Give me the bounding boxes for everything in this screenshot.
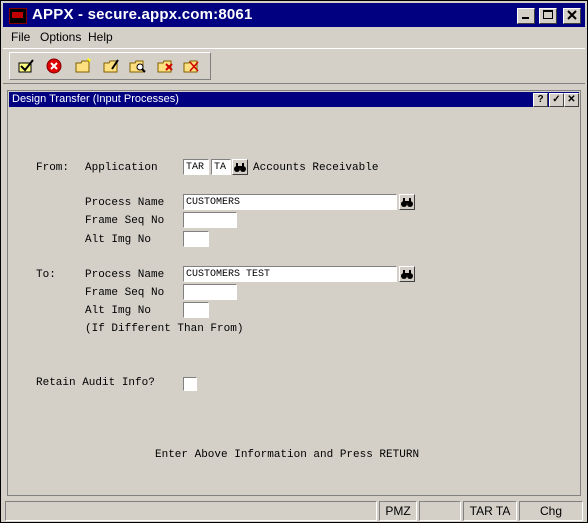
ok-button[interactable]: ✓ — [549, 93, 564, 107]
folder-search-icon — [129, 60, 146, 73]
status-mode: Chg — [519, 501, 583, 521]
child-close-button[interactable]: ✕ — [564, 93, 579, 107]
menu-options[interactable]: Options — [40, 30, 81, 44]
different-note: (If Different Than From) — [85, 323, 244, 335]
folder-edit-icon — [103, 59, 119, 73]
folder-cancel-icon — [183, 60, 199, 73]
minimize-icon — [522, 17, 529, 19]
child-title-bar: Design Transfer (Input Processes) ? ✓ ✕ — [9, 92, 579, 107]
close-icon — [567, 10, 577, 20]
binoculars-icon — [234, 163, 246, 172]
from-label: From: — [36, 162, 70, 174]
folder-new-icon — [75, 57, 91, 73]
search-folder-button[interactable] — [128, 57, 148, 75]
instruction-text: Enter Above Information and Press RETURN — [155, 449, 420, 461]
from-alt-img-field[interactable] — [183, 231, 209, 247]
cancel-button[interactable] — [44, 57, 64, 75]
title-bar: APPX - secure.appx.com:8061 — [3, 3, 585, 27]
new-folder-button[interactable] — [74, 57, 94, 75]
application-code-field[interactable]: TAR — [183, 159, 209, 175]
to-process-name-label: Process Name — [85, 269, 165, 281]
menu-help[interactable]: Help — [88, 30, 113, 44]
app-window: APPX - secure.appx.com:8061 File Options… — [0, 0, 588, 523]
retain-audit-checkbox[interactable] — [183, 377, 197, 391]
from-process-lookup-button[interactable] — [399, 194, 415, 210]
status-empty — [419, 501, 461, 521]
help-button[interactable]: ? — [533, 93, 548, 107]
to-frame-seq-label: Frame Seq No — [85, 287, 165, 299]
close-button[interactable] — [563, 8, 581, 24]
maximize-icon — [543, 10, 553, 19]
status-app: TAR TA — [463, 501, 517, 521]
to-process-name-field[interactable]: CUSTOMERS TEST — [183, 266, 397, 282]
from-process-name-label: Process Name — [85, 197, 165, 209]
to-frame-seq-field[interactable] — [183, 284, 237, 300]
application-label: Application — [85, 162, 158, 174]
folder-delete-icon — [157, 60, 173, 73]
child-title: Design Transfer (Input Processes) — [12, 93, 179, 105]
from-frame-seq-label: Frame Seq No — [85, 215, 165, 227]
to-label: To: — [36, 269, 56, 281]
ok-check-button[interactable] — [16, 57, 36, 75]
application-lookup-button[interactable] — [232, 159, 248, 175]
delete-folder-button[interactable] — [156, 57, 176, 75]
checkmark-icon — [18, 59, 34, 73]
cancel-folder-button[interactable] — [182, 57, 202, 75]
status-bar: PMZ TAR TA Chg — [3, 501, 585, 521]
status-message — [5, 501, 377, 521]
application-name: Accounts Receivable — [253, 162, 379, 174]
edit-folder-button[interactable] — [102, 57, 122, 75]
from-frame-seq-field[interactable] — [183, 212, 237, 228]
maximize-button[interactable] — [539, 8, 557, 24]
toolbar-group — [9, 52, 211, 80]
cancel-x-icon — [46, 58, 62, 74]
to-alt-img-label: Alt Img No — [85, 305, 152, 317]
application-version-field[interactable]: TA — [211, 159, 231, 175]
to-process-lookup-button[interactable] — [399, 266, 415, 282]
appx-logo-icon — [9, 8, 27, 24]
from-process-name-field[interactable]: CUSTOMERS — [183, 194, 397, 210]
window-title: APPX - secure.appx.com:8061 — [32, 6, 253, 23]
minimize-button[interactable] — [517, 8, 535, 24]
binoculars-icon — [401, 198, 413, 207]
menu-file[interactable]: File — [11, 30, 30, 44]
menu-bar: File Options Help — [3, 28, 585, 46]
toolbar — [3, 48, 585, 84]
design-transfer-window: Design Transfer (Input Processes) ? ✓ ✕ … — [7, 90, 581, 496]
to-alt-img-field[interactable] — [183, 302, 209, 318]
binoculars-icon — [401, 270, 413, 279]
from-alt-img-label: Alt Img No — [85, 234, 152, 246]
status-pmz: PMZ — [379, 501, 417, 521]
retain-audit-label: Retain Audit Info? — [36, 377, 155, 389]
